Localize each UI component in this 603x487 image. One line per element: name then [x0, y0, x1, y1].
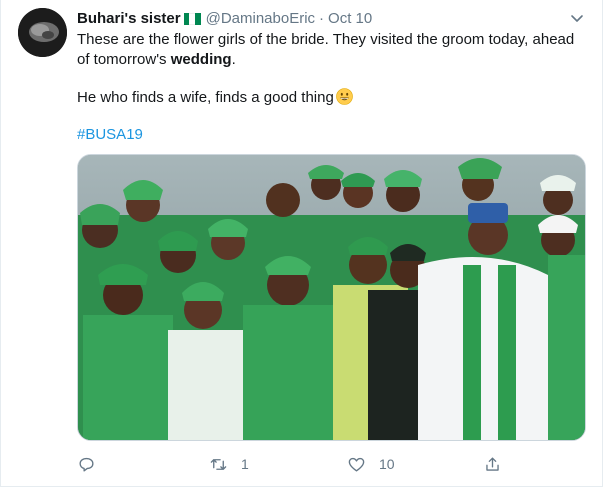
heart-icon: [348, 457, 365, 472]
user-handle[interactable]: @DaminaboEric: [206, 9, 315, 29]
share-button[interactable]: [483, 452, 502, 476]
share-icon: [486, 456, 499, 471]
grinning-face-icon: [336, 88, 353, 105]
like-button[interactable]: 10: [347, 452, 395, 476]
separator-dot: ·: [319, 10, 325, 27]
avatar[interactable]: [18, 8, 67, 57]
display-name[interactable]: Buhari's sister: [77, 9, 181, 29]
nigeria-flag-icon: [183, 13, 201, 25]
tweet-text-prefix: of tomorrow's: [77, 51, 171, 68]
reply-icon: [79, 457, 94, 472]
tweet-text-line-3: He who finds a wife, finds a good thing: [77, 88, 353, 108]
tweet-text-quote: He who finds a wife, finds a good thing: [77, 89, 334, 106]
hashtag-link[interactable]: #BUSA19: [77, 125, 143, 145]
tweet-text-line-1: These are the flower girls of the bride.…: [77, 31, 575, 48]
tweet-card[interactable]: Buhari's sister @DaminaboEric · Oct 10 T…: [0, 0, 603, 487]
chevron-down-icon[interactable]: [569, 10, 585, 26]
retweet-icon: [210, 458, 227, 470]
tweet-text-line-2: of tomorrow's wedding.: [77, 50, 236, 70]
tweet-photo[interactable]: [77, 154, 586, 441]
retweet-count: 1: [241, 456, 249, 472]
tweet-text-bold: wedding: [170, 51, 232, 68]
retweet-button[interactable]: 1: [209, 452, 249, 476]
group-photo-illustration: [78, 155, 585, 440]
tweet-date[interactable]: Oct 10: [328, 9, 372, 29]
avatar-image: [18, 8, 67, 57]
tweet-text-suffix: .: [231, 51, 236, 68]
reply-button[interactable]: [77, 452, 109, 476]
tweet-actions: 1 10: [77, 452, 517, 476]
tweet-header: Buhari's sister @DaminaboEric · Oct 10: [77, 9, 372, 29]
like-count: 10: [379, 456, 395, 472]
